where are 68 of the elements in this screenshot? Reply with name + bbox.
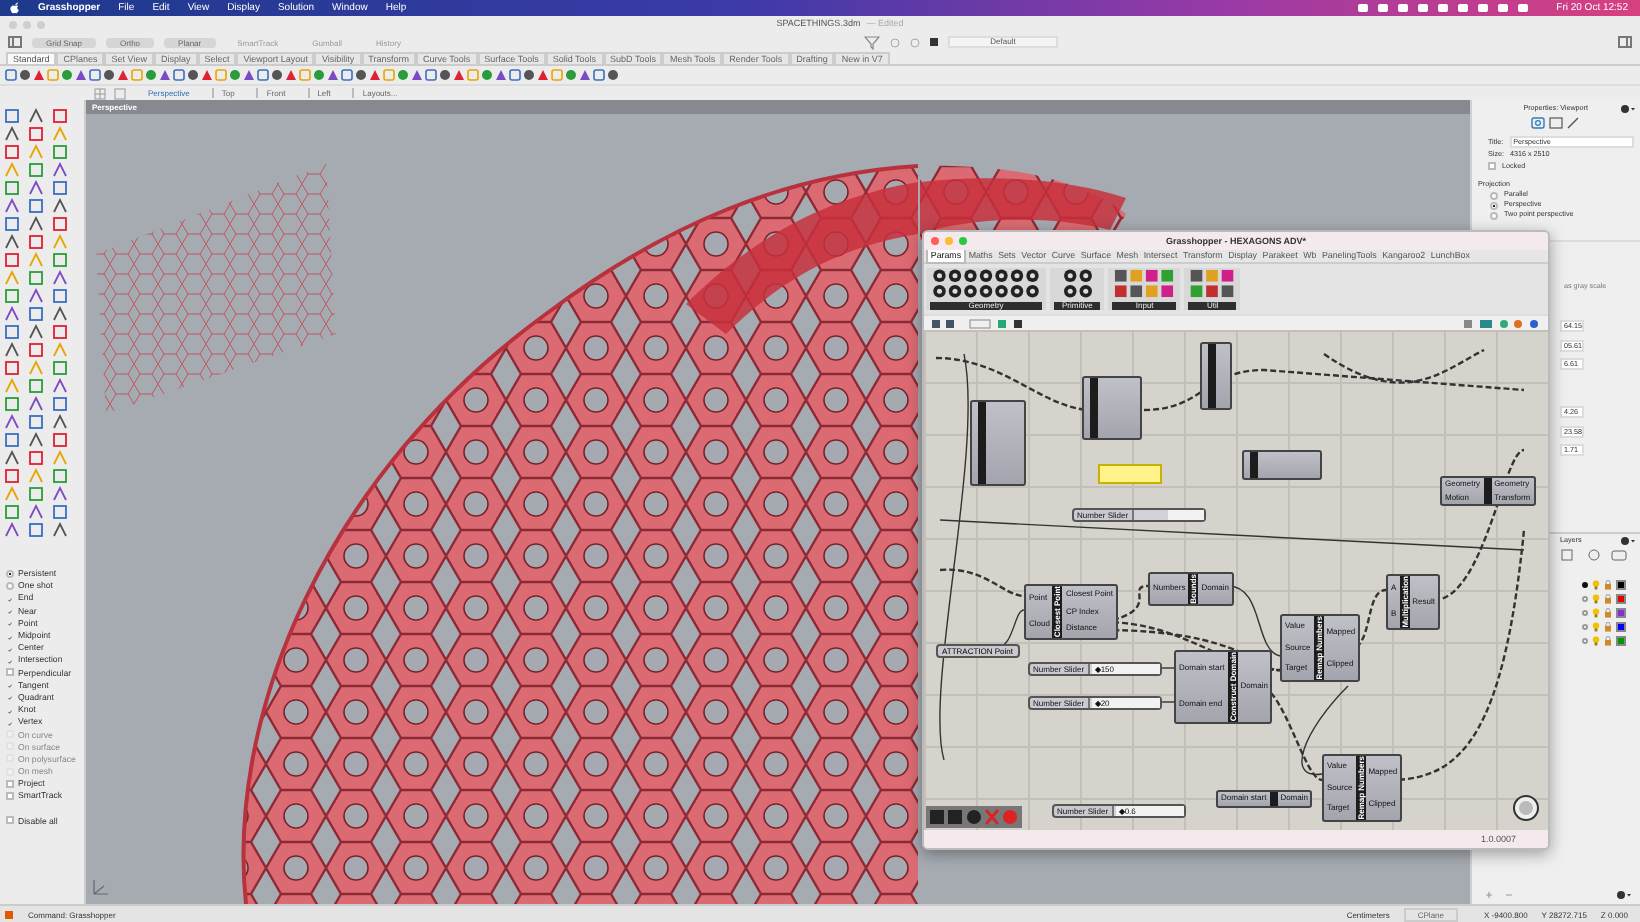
lock-icon [1604, 622, 1612, 632]
axis-icon [92, 876, 112, 896]
component-icons-drawing [1112, 268, 1177, 299]
layer-color-icon [930, 38, 938, 46]
layer-color-swatch[interactable] [1616, 636, 1626, 646]
lightbulb-icon [1592, 622, 1600, 632]
checkbox[interactable] [6, 816, 14, 825]
component-node[interactable] [1200, 342, 1232, 410]
wire [1301, 685, 1349, 776]
layer-tools-icon [1560, 548, 1632, 562]
radio-button[interactable] [1490, 191, 1498, 199]
panel-toggle-icon [1618, 36, 1632, 48]
checkbox[interactable] [6, 643, 14, 652]
slider-fill[interactable] [1133, 510, 1169, 520]
command-icon [4, 909, 14, 919]
radio-button[interactable] [1490, 201, 1498, 209]
checkbox[interactable] [6, 668, 14, 677]
lightbulb-icon [1592, 608, 1600, 618]
filter-icon [864, 35, 880, 49]
component-node[interactable] [970, 400, 1026, 486]
checkbox[interactable] [6, 791, 14, 800]
checkbox[interactable] [6, 779, 14, 788]
navigation-compass-icon [1512, 794, 1540, 822]
panel-node[interactable] [1098, 464, 1162, 484]
lock-icon [1604, 608, 1612, 618]
current-layer-marker[interactable] [1582, 596, 1588, 602]
checkbox[interactable] [6, 717, 14, 726]
window-controls-icon [8, 19, 48, 29]
circle-icon [890, 37, 900, 47]
gear-icon [1620, 536, 1636, 546]
component-icons-drawing [930, 268, 1042, 299]
layer-color-swatch[interactable] [1616, 608, 1626, 618]
checkbox[interactable] [6, 655, 14, 664]
lock-icon [1604, 636, 1612, 646]
apple-icon [10, 2, 20, 14]
layer-color-swatch[interactable] [1616, 622, 1626, 632]
gear-icon [1616, 890, 1632, 900]
component-node[interactable] [1242, 450, 1322, 480]
properties-tabs-icon [1530, 116, 1582, 130]
current-layer-marker[interactable] [1582, 624, 1588, 630]
add-remove-icon [1484, 890, 1516, 900]
canvas-tools-icon [926, 806, 1022, 828]
layer-color-swatch[interactable] [1616, 580, 1626, 590]
component-icons-drawing [1061, 268, 1094, 299]
checkbox[interactable] [1488, 162, 1496, 170]
node-canvas[interactable] [924, 330, 1548, 830]
circle-icon [910, 37, 920, 47]
lock-icon [1604, 580, 1612, 590]
component-node[interactable] [1082, 376, 1142, 440]
radio-button[interactable] [1490, 211, 1498, 219]
lock-icon [1604, 594, 1612, 604]
current-layer-marker[interactable] [1582, 582, 1588, 588]
current-layer-marker[interactable] [1582, 610, 1588, 616]
lightbulb-icon [1592, 594, 1600, 604]
window-controls-icon [930, 236, 970, 246]
grasshopper-dialog[interactable] [922, 230, 1550, 850]
radio-button[interactable] [6, 581, 14, 590]
gear-icon [1620, 103, 1636, 113]
component-icons-drawing [1188, 268, 1237, 299]
lightbulb-icon [1592, 580, 1600, 590]
layer-color-swatch[interactable] [1616, 594, 1626, 604]
checkbox[interactable] [6, 593, 14, 602]
canvas-preview-icon [1462, 317, 1542, 329]
viewport-layout-icon [94, 87, 126, 99]
sidebar-icon [8, 36, 22, 48]
lightbulb-icon [1592, 636, 1600, 646]
current-layer-marker[interactable] [1582, 638, 1588, 644]
radio-button[interactable] [6, 569, 14, 578]
